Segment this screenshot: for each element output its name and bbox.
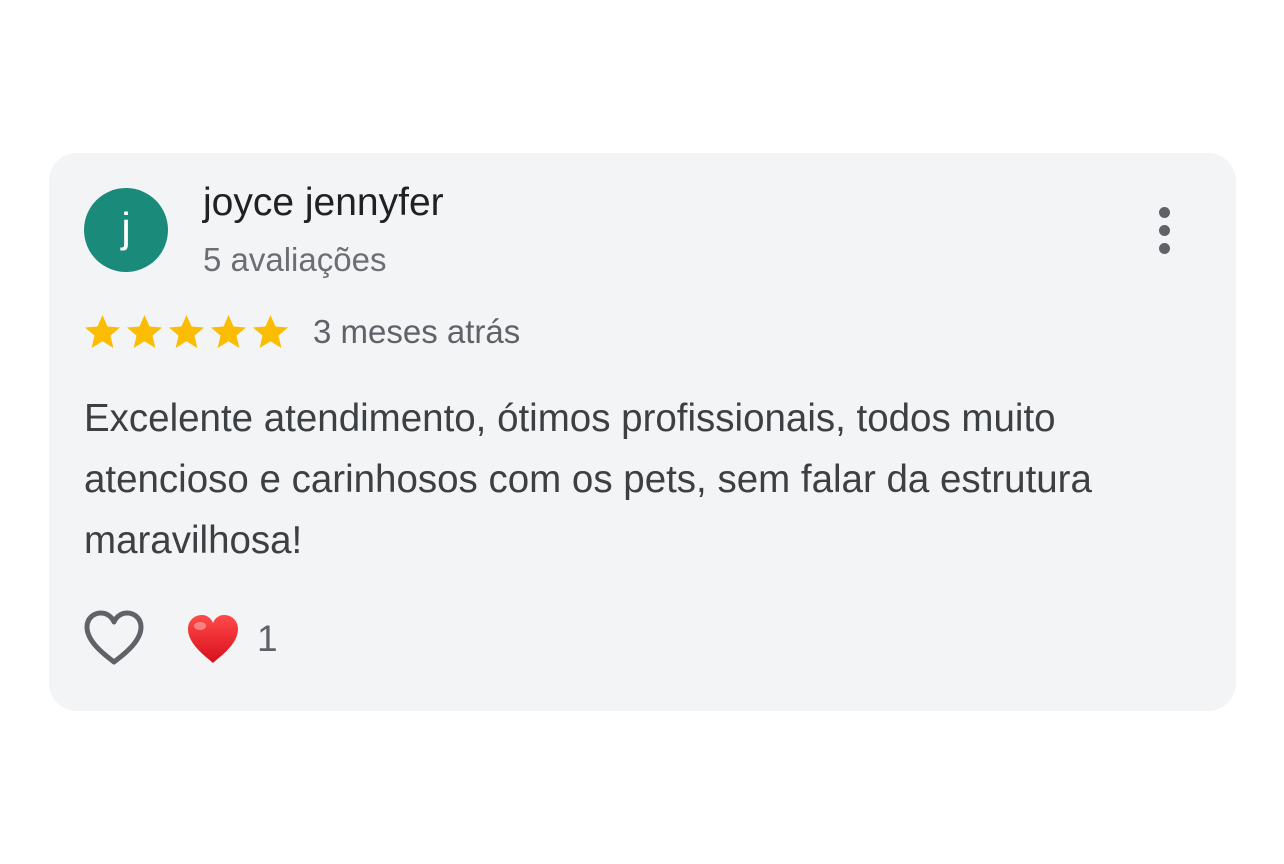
heart-outline-icon xyxy=(84,610,144,665)
more-vertical-icon-dot xyxy=(1158,224,1170,236)
more-vertical-icon xyxy=(1158,206,1170,218)
reaction-summary[interactable]: 1 xyxy=(186,612,278,666)
red-heart-icon xyxy=(188,615,238,663)
author-name[interactable]: joyce jennyfer xyxy=(203,181,444,225)
star-icon xyxy=(126,314,163,348)
star-icon xyxy=(252,314,289,348)
author-avatar[interactable]: j xyxy=(84,188,168,272)
like-button[interactable] xyxy=(83,609,145,667)
star-icon xyxy=(168,314,205,348)
star-icon xyxy=(210,314,247,348)
more-options-button[interactable] xyxy=(1144,201,1184,259)
reaction-count: 1 xyxy=(257,618,278,659)
review-date: 3 meses atrás xyxy=(313,313,521,350)
review-card: j joyce jennyfer 5 avaliações 3 meses at… xyxy=(49,153,1236,711)
star-rating xyxy=(83,313,290,352)
review-text: Excelente atendimento, ótimos profission… xyxy=(84,397,1092,562)
author-review-count: 5 avaliações xyxy=(203,241,387,278)
avatar-initial: j xyxy=(121,204,131,251)
more-vertical-icon-dot xyxy=(1158,242,1170,254)
star-icon xyxy=(84,314,121,348)
rating-row: 3 meses atrás xyxy=(83,310,520,354)
